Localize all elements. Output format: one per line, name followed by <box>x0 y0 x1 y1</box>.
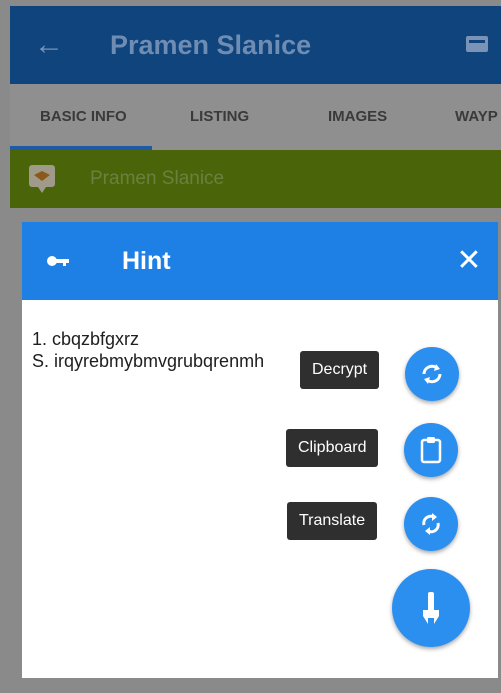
dialog-title: Hint <box>122 247 171 275</box>
dialog-header: Hint ✕ <box>22 222 498 300</box>
translate-icon <box>422 513 440 535</box>
screen: ← Pramen Slanice BASIC INFO LISTING IMAG… <box>0 0 501 693</box>
tab-bar: BASIC INFO LISTING IMAGES WAYP <box>10 84 501 150</box>
close-icon[interactable]: ✕ <box>454 246 484 276</box>
clipboard-icon <box>420 437 442 464</box>
clipboard-button[interactable] <box>404 423 458 477</box>
decrypt-button[interactable] <box>405 347 459 401</box>
cache-header: Pramen Slanice <box>10 150 501 208</box>
decrypt-label[interactable]: Decrypt <box>300 351 380 389</box>
tab-images[interactable]: IMAGES <box>328 84 387 150</box>
tools-fab[interactable] <box>392 569 470 647</box>
app-bar: ← Pramen Slanice <box>10 6 501 84</box>
arrow-left-icon[interactable]: ← <box>34 28 68 62</box>
hint-text: 1. cbqzbfgxrz S. irqyrebmybmvgrubqrenmh <box>32 329 265 371</box>
translate-button[interactable] <box>404 497 458 551</box>
decrypt-icon <box>422 364 442 384</box>
translate-label[interactable]: Translate <box>287 502 378 540</box>
tab-basic-info[interactable]: BASIC INFO <box>40 84 127 150</box>
geocache-icon <box>29 165 55 193</box>
inbox-icon[interactable] <box>465 34 489 54</box>
tab-listing[interactable]: LISTING <box>190 84 249 150</box>
key-icon <box>47 256 69 266</box>
tab-waypoints[interactable]: WAYP <box>455 84 498 150</box>
clipboard-label[interactable]: Clipboard <box>286 429 379 467</box>
app-bar-title: Pramen Slanice <box>110 30 312 60</box>
cache-name: Pramen Slanice <box>90 168 225 189</box>
tools-icon <box>423 592 439 624</box>
